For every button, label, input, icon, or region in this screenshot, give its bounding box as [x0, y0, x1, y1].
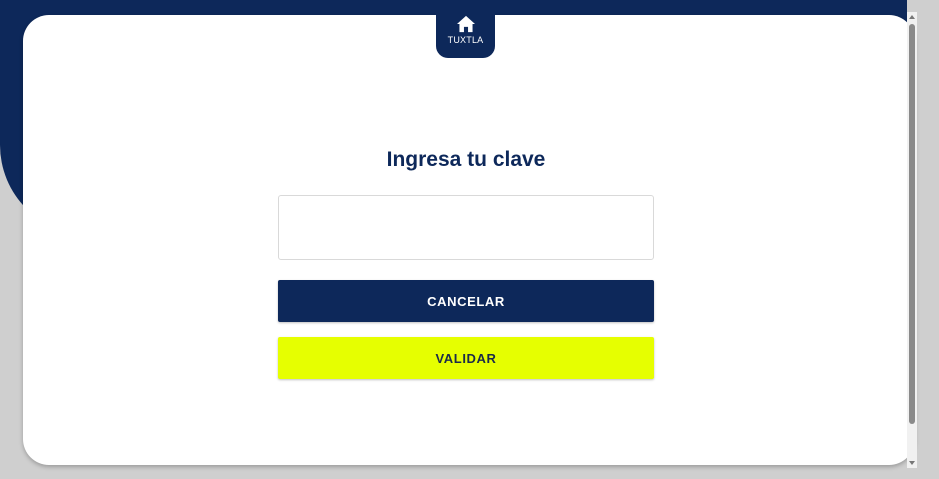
- validate-button[interactable]: VALIDAR: [278, 337, 654, 379]
- home-icon: [456, 15, 475, 33]
- home-tab[interactable]: TUXTLA: [436, 11, 495, 58]
- scroll-up-arrow-icon[interactable]: [909, 15, 915, 19]
- scroll-thumb[interactable]: [909, 24, 915, 424]
- password-input[interactable]: [278, 195, 654, 260]
- page-title: Ingresa tu clave: [386, 148, 546, 171]
- home-tab-label: TUXTLA: [447, 35, 484, 45]
- cancel-button[interactable]: CANCELAR: [278, 280, 654, 322]
- scroll-down-arrow-icon[interactable]: [909, 461, 915, 465]
- vertical-scrollbar[interactable]: [907, 12, 917, 468]
